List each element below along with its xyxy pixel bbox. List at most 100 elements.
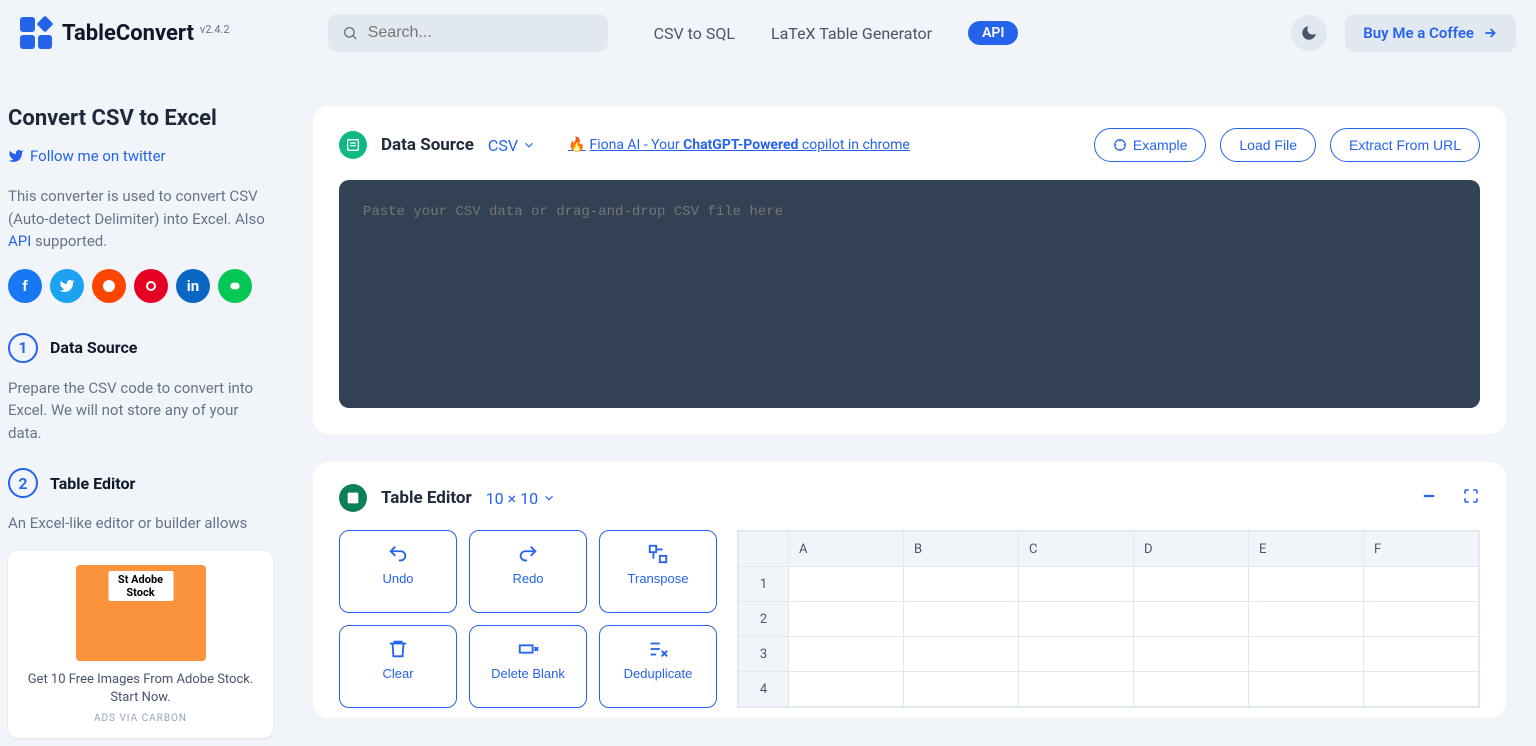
spreadsheet[interactable]: A B C D E F 1 2 3 4 [737, 530, 1480, 708]
step-1-num: 1 [8, 333, 38, 363]
twitter-link[interactable]: Follow me on twitter [8, 147, 273, 165]
cell[interactable] [1364, 637, 1479, 672]
theme-toggle[interactable] [1291, 15, 1327, 51]
cell[interactable] [789, 672, 904, 707]
pinterest-icon[interactable] [134, 269, 168, 303]
cell[interactable] [904, 567, 1019, 602]
delete-blank-icon [517, 638, 539, 660]
api-link[interactable]: API [8, 232, 31, 250]
example-button[interactable]: Example [1094, 128, 1206, 162]
chevron-down-icon [522, 138, 536, 152]
ad-via: ADS VIA CARBON [22, 713, 259, 724]
load-file-button[interactable]: Load File [1220, 128, 1316, 162]
buy-coffee-button[interactable]: Buy Me a Coffee [1345, 14, 1516, 52]
undo-button[interactable]: Undo [339, 530, 457, 613]
cell[interactable] [1134, 602, 1249, 637]
row-header[interactable]: 1 [739, 567, 789, 602]
promo-link[interactable]: 🔥 Fiona AI - Your ChatGPT-Powered copilo… [568, 137, 910, 153]
deduplicate-button[interactable]: Deduplicate [599, 625, 717, 708]
extract-url-button[interactable]: Extract From URL [1330, 128, 1480, 162]
step-2-num: 2 [8, 468, 38, 498]
step-2-title: Table Editor [50, 474, 135, 493]
deduplicate-icon [647, 638, 669, 660]
delete-blank-button[interactable]: Delete Blank [469, 625, 587, 708]
editor-body: Undo Redo Transpose Clear [339, 530, 1480, 708]
cell[interactable] [1019, 672, 1134, 707]
cell[interactable] [1134, 637, 1249, 672]
cell[interactable] [1364, 672, 1479, 707]
logo[interactable]: TableConvert v2.4.2 [20, 17, 230, 49]
cell[interactable] [789, 567, 904, 602]
table-editor-title: Table Editor [381, 488, 472, 508]
facebook-icon[interactable]: f [8, 269, 42, 303]
brand-name: TableConvert [62, 21, 194, 46]
row-header[interactable]: 4 [739, 672, 789, 707]
row-header[interactable]: 2 [739, 602, 789, 637]
col-header[interactable]: E [1249, 532, 1364, 567]
cell[interactable] [789, 602, 904, 637]
cell[interactable] [1249, 567, 1364, 602]
cell[interactable] [1134, 567, 1249, 602]
search-box[interactable] [328, 14, 608, 52]
data-source-actions: Example Load File Extract From URL [1094, 128, 1480, 162]
search-input[interactable] [368, 24, 594, 42]
cell[interactable] [1249, 637, 1364, 672]
twitter-share-icon[interactable] [50, 269, 84, 303]
cell[interactable] [904, 637, 1019, 672]
desc-pre: This converter is used to convert CSV (A… [8, 187, 265, 228]
reddit-icon[interactable] [92, 269, 126, 303]
header: TableConvert v2.4.2 CSV to SQL LaTeX Tab… [0, 0, 1536, 66]
cell[interactable] [789, 637, 904, 672]
delete-blank-label: Delete Blank [491, 666, 565, 681]
line-icon[interactable] [218, 269, 252, 303]
transpose-button[interactable]: Transpose [599, 530, 717, 613]
col-header[interactable]: F [1364, 532, 1479, 567]
cell[interactable] [904, 672, 1019, 707]
load-file-label: Load File [1239, 137, 1297, 153]
table-row: 1 [739, 567, 1479, 602]
col-header[interactable]: C [1019, 532, 1134, 567]
data-source-title: Data Source [381, 135, 474, 155]
source-format-select[interactable]: CSV [488, 136, 536, 155]
nav-latex[interactable]: LaTeX Table Generator [771, 24, 932, 43]
cell[interactable] [1134, 672, 1249, 707]
step-1: 1 Data Source [8, 333, 273, 363]
collapse-button[interactable] [1420, 487, 1438, 509]
csv-input[interactable] [339, 180, 1480, 408]
cell[interactable] [1019, 567, 1134, 602]
cell[interactable] [1249, 672, 1364, 707]
cell[interactable] [1019, 637, 1134, 672]
ad-text: Get 10 Free Images From Adobe Stock. Sta… [22, 671, 259, 707]
expand-button[interactable] [1462, 487, 1480, 509]
redo-button[interactable]: Redo [469, 530, 587, 613]
clear-icon [387, 638, 409, 660]
col-header[interactable]: B [904, 532, 1019, 567]
redo-label: Redo [512, 571, 543, 586]
table-size-select[interactable]: 10 × 10 [486, 489, 556, 508]
ad-image: St Adobe Stock [76, 565, 206, 661]
nav-api[interactable]: API [968, 21, 1018, 45]
buy-coffee-label: Buy Me a Coffee [1363, 24, 1474, 42]
transpose-icon [647, 543, 669, 565]
step-1-desc: Prepare the CSV code to convert into Exc… [8, 377, 273, 445]
ad-card[interactable]: St Adobe Stock Get 10 Free Images From A… [8, 551, 273, 738]
row-header[interactable]: 3 [739, 637, 789, 672]
col-header[interactable]: D [1134, 532, 1249, 567]
clear-button[interactable]: Clear [339, 625, 457, 708]
spreadsheet-table: A B C D E F 1 2 3 4 [738, 531, 1479, 707]
nav-csv-to-sql[interactable]: CSV to SQL [654, 24, 735, 43]
twitter-icon [8, 148, 24, 164]
cell[interactable] [1364, 567, 1479, 602]
sheet-corner[interactable] [739, 532, 789, 567]
cell[interactable] [1019, 602, 1134, 637]
linkedin-icon[interactable]: in [176, 269, 210, 303]
redo-icon [517, 543, 539, 565]
header-right: Buy Me a Coffee [1291, 14, 1516, 52]
cell[interactable] [904, 602, 1019, 637]
extract-url-label: Extract From URL [1349, 137, 1461, 153]
version-label: v2.4.2 [200, 23, 230, 36]
cell[interactable] [1249, 602, 1364, 637]
cell[interactable] [1364, 602, 1479, 637]
col-header[interactable]: A [789, 532, 904, 567]
fire-icon: 🔥 [568, 137, 585, 153]
